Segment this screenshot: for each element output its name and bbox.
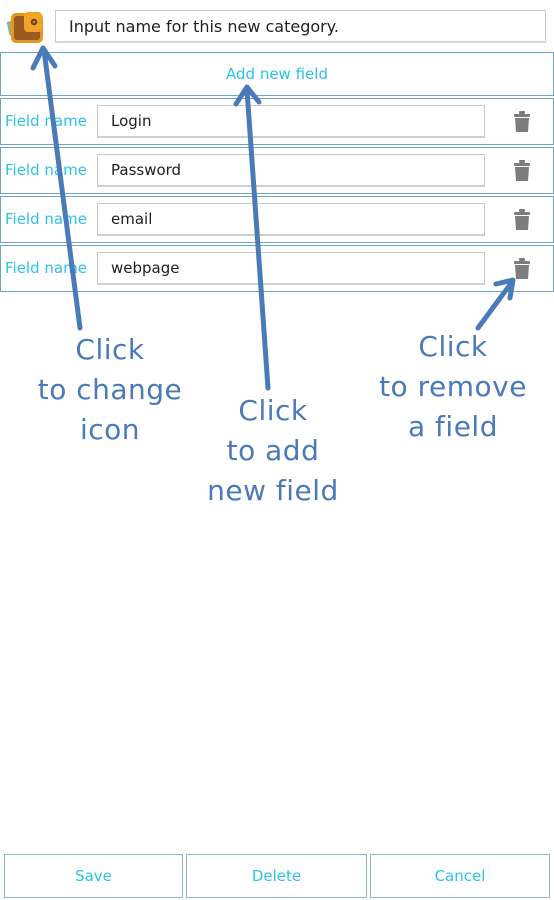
field-row: Field name bbox=[0, 147, 554, 194]
trash-icon bbox=[514, 209, 530, 230]
field-name-input[interactable] bbox=[97, 252, 485, 285]
remove-field-button[interactable] bbox=[512, 209, 532, 231]
annotation-change-icon: Click to change icon bbox=[20, 330, 200, 450]
trash-icon bbox=[514, 258, 530, 279]
field-name-input[interactable] bbox=[97, 154, 485, 187]
remove-field-button[interactable] bbox=[512, 160, 532, 182]
wallet-icon bbox=[6, 12, 43, 43]
annotation-line: Click bbox=[418, 330, 488, 363]
trash-icon bbox=[514, 160, 530, 181]
annotation-line: a field bbox=[408, 410, 498, 443]
field-label: Field name bbox=[5, 259, 87, 277]
field-name-input[interactable] bbox=[97, 203, 485, 236]
trash-icon bbox=[514, 111, 530, 132]
annotation-line: icon bbox=[79, 413, 141, 446]
field-row: Field name bbox=[0, 196, 554, 243]
annotation-line: Click bbox=[238, 394, 308, 427]
delete-button[interactable]: Delete bbox=[186, 854, 367, 898]
annotation-line: to remove bbox=[379, 370, 527, 403]
remove-field-button[interactable] bbox=[512, 111, 532, 133]
remove-field-button[interactable] bbox=[512, 258, 532, 280]
save-button[interactable]: Save bbox=[4, 854, 183, 898]
add-new-field-button[interactable]: Add new field bbox=[0, 52, 554, 96]
field-label: Field name bbox=[5, 161, 87, 179]
field-row: Field name bbox=[0, 98, 554, 145]
annotation-add-field: Click to add new field bbox=[188, 391, 358, 511]
change-icon-button[interactable] bbox=[6, 7, 48, 47]
category-header bbox=[0, 0, 554, 52]
cancel-button[interactable]: Cancel bbox=[370, 854, 550, 898]
category-name-input[interactable] bbox=[55, 10, 546, 43]
annotation-line: Click bbox=[75, 333, 145, 366]
annotation-line: to change bbox=[37, 373, 183, 406]
annotation-remove-field: Click to remove a field bbox=[358, 327, 548, 447]
field-name-input[interactable] bbox=[97, 105, 485, 138]
annotation-line: new field bbox=[207, 474, 339, 507]
field-label: Field name bbox=[5, 210, 87, 228]
annotation-line: to add bbox=[226, 434, 320, 467]
field-row: Field name bbox=[0, 245, 554, 292]
field-label: Field name bbox=[5, 112, 87, 130]
